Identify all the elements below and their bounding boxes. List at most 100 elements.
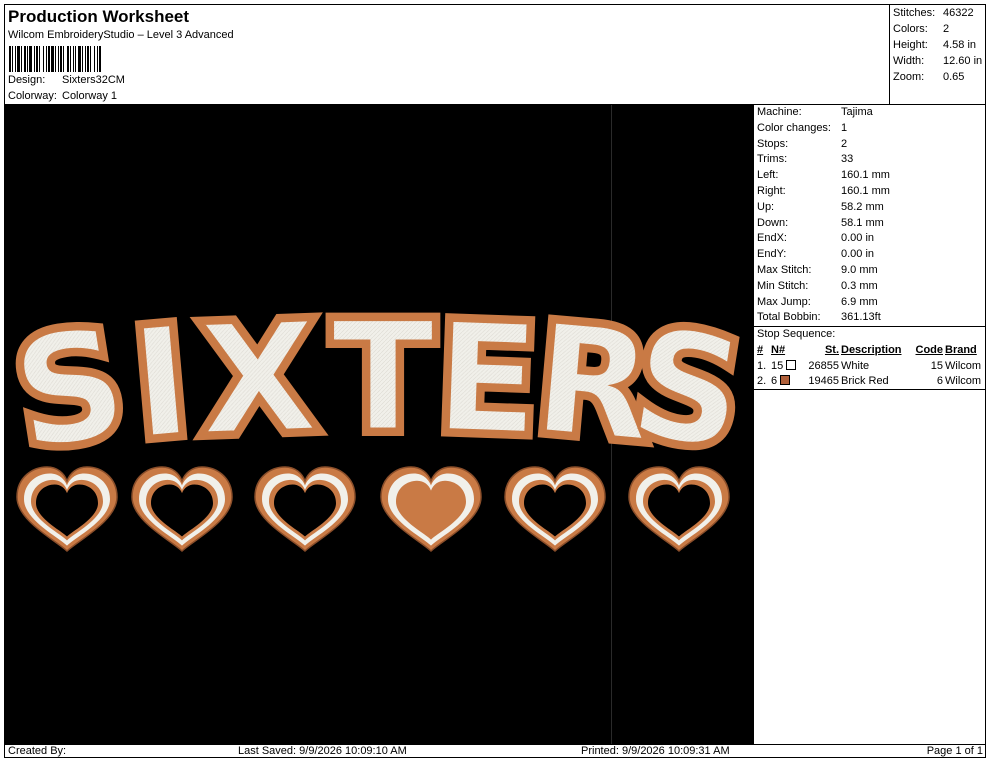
- col-brand: Brand: [945, 344, 977, 357]
- machine-info-row: Stops: 2: [754, 137, 986, 153]
- info-value: 160.1 mm: [841, 169, 890, 182]
- created-by: Created By:: [8, 745, 67, 757]
- info-value: 6.9 mm: [841, 295, 878, 308]
- stop-description: Brick Red: [841, 374, 889, 387]
- barcode-icon: [9, 46, 175, 72]
- table-header: # N# St. Description Code Brand: [756, 342, 985, 358]
- summary-width: Width: 12.60 in: [893, 55, 983, 67]
- info-label: Down:: [757, 216, 789, 229]
- colorway-row: Colorway: Colorway 1: [8, 90, 117, 102]
- info-label: Min Stitch:: [757, 279, 809, 292]
- machine-info-row: EndX: 0.00 in: [754, 231, 986, 247]
- stop-description: White: [841, 359, 870, 372]
- machine-info-row: EndY: 0.00 in: [754, 247, 986, 263]
- info-label: Trims:: [757, 153, 788, 166]
- stop-stitches: 19465: [808, 374, 839, 387]
- color-swatch: [780, 374, 791, 385]
- info-value: 160.1 mm: [841, 184, 890, 197]
- col-stitches: St.: [824, 344, 839, 357]
- info-label: Max Stitch:: [757, 263, 812, 276]
- color-swatch: [786, 359, 797, 370]
- info-label: Right:: [757, 184, 786, 197]
- summary-box: Stitches: 46322 Colors: 2 Height: 4.58 in W…: [889, 5, 986, 104]
- heart-motif: [16, 466, 118, 552]
- stop-num: 2.: [757, 374, 767, 387]
- stop-stitches: 26855: [808, 359, 839, 372]
- machine-info-row: Min Stitch: 0.3 mm: [754, 279, 986, 295]
- machine-info-row: Left: 160.1 mm: [754, 168, 986, 184]
- machine-info-row: Machine: Tajima: [754, 105, 986, 121]
- info-value: 9.0 mm: [841, 263, 878, 276]
- printed-date: Printed: 9/9/2026 10:09:31 AM: [581, 745, 730, 757]
- summary-zoom: Zoom: 0.65: [893, 71, 965, 83]
- info-value: 1: [841, 121, 848, 134]
- info-label: Max Jump:: [757, 295, 811, 308]
- info-label: EndX:: [757, 232, 787, 245]
- machine-info-row: Total Bobbin: 361.13ft: [754, 310, 986, 326]
- stop-brand: Wilcom: [945, 374, 982, 387]
- machine-info-row: Max Stitch: 9.0 mm: [754, 263, 986, 279]
- info-value: 361.13ft: [841, 311, 881, 324]
- summary-stitches: Stitches: 46322: [893, 7, 974, 19]
- machine-info-row: Up: 58.2 mm: [754, 200, 986, 216]
- svg-text:T: T: [332, 291, 434, 465]
- stop-sequence-label: Stop Sequence:: [754, 326, 986, 342]
- heart-motif: [380, 466, 482, 552]
- svg-text:I: I: [126, 295, 197, 473]
- footer: Created By: Last Saved: 9/9/2026 10:09:1…: [5, 744, 986, 758]
- stop-num: 1.: [757, 359, 767, 372]
- info-label: Stops:: [757, 137, 789, 150]
- info-value: Tajima: [841, 106, 873, 118]
- divider: [754, 389, 986, 391]
- colorway-name: Colorway 1: [62, 90, 118, 102]
- stop-needle: 15: [770, 358, 804, 373]
- table-row: 2. 6 19465 Brick Red 6 Wilcom: [756, 373, 985, 388]
- design-lettering: S I X T E R S S I X T E R S: [5, 284, 753, 491]
- stop-code: 6: [936, 374, 943, 387]
- machine-info-row: Color changes: 1: [754, 121, 986, 137]
- last-saved: Last Saved: 9/9/2026 10:09:10 AM: [238, 745, 407, 757]
- stop-sequence-table: # N# St. Description Code Brand 1. 15 268…: [756, 342, 985, 388]
- info-label: Left:: [757, 169, 779, 182]
- summary-height: Height: 4.58 in: [893, 39, 977, 51]
- info-value: 58.1 mm: [841, 216, 884, 229]
- info-label: Total Bobbin:: [757, 311, 821, 324]
- svg-text:X: X: [198, 291, 320, 469]
- svg-text:E: E: [433, 291, 541, 468]
- info-label: Color changes:: [757, 121, 831, 134]
- heart-motif: [131, 466, 233, 552]
- col-description: Description: [841, 344, 902, 357]
- embroidery-artwork: S I X T E R S S I X T E R S: [5, 284, 753, 552]
- stop-needle: 6: [770, 373, 804, 388]
- design-preview: S I X T E R S S I X T E R S: [5, 104, 753, 744]
- info-value: 2: [841, 137, 848, 150]
- design-hearts: [16, 466, 730, 552]
- col-needle: N#: [771, 344, 786, 357]
- info-value: 0.00 in: [841, 248, 875, 261]
- design-label: Design:: [8, 74, 46, 86]
- machine-info-row: Trims: 33: [754, 152, 986, 168]
- svg-text:S: S: [5, 295, 137, 484]
- design-row: Design: Sixters32CM: [8, 74, 125, 86]
- info-label: Up:: [757, 200, 775, 213]
- page-number: Page 1 of 1: [926, 745, 983, 757]
- worksheet: Production Worksheet Wilcom EmbroiderySt…: [4, 4, 986, 758]
- heart-motif: [254, 466, 356, 552]
- software-name: Wilcom EmbroideryStudio – Level 3 Advanc…: [8, 29, 234, 41]
- heart-motif: [628, 466, 730, 552]
- info-label: Machine:: [757, 106, 802, 118]
- machine-info-row: Down: 58.1 mm: [754, 216, 986, 232]
- info-value: 33: [841, 153, 854, 166]
- table-row: 1. 15 26855 White 15 Wilcom: [756, 358, 985, 373]
- info-value: 0.00 in: [841, 232, 875, 245]
- heart-motif: [504, 466, 606, 552]
- machine-info-panel: Machine: Tajima Color changes: 1 Stops: 2 Trim…: [753, 104, 986, 744]
- col-num: #: [757, 344, 764, 357]
- stop-code: 15: [930, 359, 943, 372]
- info-value: 58.2 mm: [841, 200, 884, 213]
- col-code: Code: [915, 344, 944, 357]
- summary-colors: Colors: 2: [893, 23, 950, 35]
- machine-info-row: Max Jump: 6.9 mm: [754, 295, 986, 311]
- design-name: Sixters32CM: [62, 74, 125, 86]
- colorway-label: Colorway:: [8, 90, 57, 102]
